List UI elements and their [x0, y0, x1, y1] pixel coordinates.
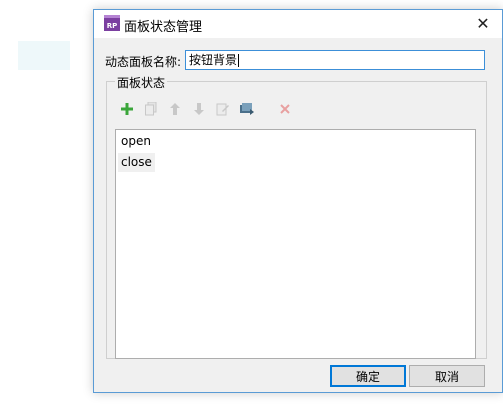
edit-icon	[216, 103, 229, 116]
panel-name-value: 按钮背景	[189, 53, 238, 67]
panel-name-label: 动态面板名称:	[105, 55, 182, 69]
delete-icon	[280, 104, 290, 114]
title-bar: RP 面板状态管理 ✕	[94, 10, 502, 38]
dialog-title: 面板状态管理	[124, 20, 203, 35]
edit-all-icon	[240, 103, 254, 115]
list-item-open[interactable]: open	[118, 132, 154, 151]
states-list[interactable]: open close	[115, 129, 476, 359]
panel-states-group-title: 面板状态	[115, 74, 168, 91]
move-down-button[interactable]	[191, 101, 207, 117]
duplicate-state-button[interactable]	[143, 101, 159, 117]
panel-state-dialog: RP 面板状态管理 ✕ 动态面板名称: 按钮背景 面板状态 open close…	[93, 9, 503, 393]
cancel-button[interactable]: 取消	[409, 365, 485, 387]
edit-state-button[interactable]	[215, 101, 231, 117]
edit-all-states-button[interactable]	[239, 101, 255, 117]
text-caret	[238, 54, 240, 67]
close-button[interactable]: ✕	[470, 12, 496, 34]
move-up-button[interactable]	[167, 101, 183, 117]
arrow-up-icon	[170, 103, 180, 115]
arrow-down-icon	[194, 103, 204, 115]
axure-app-icon: RP	[104, 15, 120, 31]
list-item-close[interactable]: close	[118, 153, 155, 172]
delete-state-button[interactable]	[277, 101, 293, 117]
panel-name-input[interactable]: 按钮背景	[185, 50, 485, 70]
ok-button[interactable]: 确定	[330, 365, 406, 387]
panel-states-group: 面板状态 open close	[106, 74, 487, 359]
states-toolbar	[119, 100, 301, 118]
plus-icon	[121, 103, 133, 115]
copy-icon	[145, 102, 157, 116]
close-icon: ✕	[476, 13, 490, 33]
background-panel	[18, 41, 70, 70]
add-state-button[interactable]	[119, 101, 135, 117]
